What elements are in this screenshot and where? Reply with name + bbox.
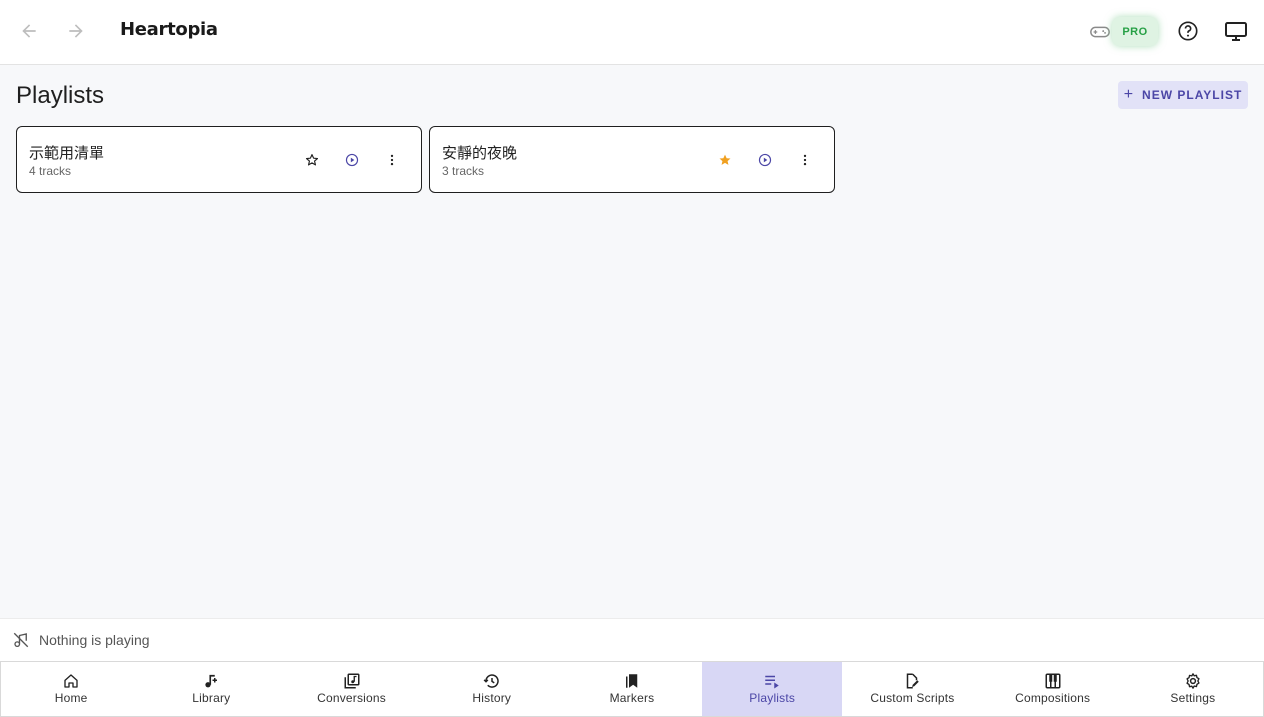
nav-item-markers[interactable]: Markers [562,662,702,716]
now-playing-bar: Nothing is playing [0,618,1264,661]
more-vert-icon [390,154,394,166]
playlist-track-count: 3 tracks [442,164,485,178]
playlist-name: 示範用清單 [29,144,105,162]
star-outline-icon [305,154,319,166]
library-music-icon [343,672,361,690]
nav-item-label: History [472,691,512,705]
play-circle-icon [758,153,772,167]
nav-item-label: Settings [1170,691,1216,705]
piano-icon [1044,672,1062,690]
new-playlist-label: NEW PLAYLIST [1142,88,1243,102]
now-playing-status: Nothing is playing [39,632,150,648]
playlist-play-icon [763,672,781,690]
music-off-icon [12,631,30,649]
display-button[interactable] [1224,19,1248,43]
more-vert-icon [803,154,807,166]
nav-item-library[interactable]: Library [141,662,281,716]
arrow-left-icon [22,24,36,38]
forward-button[interactable] [64,19,88,43]
nav-item-conversions[interactable]: Conversions [281,662,421,716]
app-bar: Heartopia PRO [0,0,1264,65]
nav-item-history[interactable]: History [422,662,562,716]
nav-item-settings[interactable]: Settings [1123,662,1263,716]
nav-item-compositions[interactable]: Compositions [983,662,1123,716]
nav-item-label: Playlists [749,691,796,705]
playlist-track-count: 4 tracks [29,164,72,178]
app-title: Heartopia [120,19,218,40]
plus-icon: + [1123,86,1135,103]
bottom-navigation: Home Library Conversions History Markers… [0,661,1264,717]
star-filled-icon [719,154,731,165]
playlist-card[interactable]: 安靜的夜晚 3 tracks [429,126,835,193]
home-icon [62,672,80,690]
nav-item-label: Library [192,691,231,705]
history-icon [483,672,501,690]
nav-item-home[interactable]: Home [1,662,141,716]
help-icon [1178,21,1198,41]
new-playlist-button[interactable]: + NEW PLAYLIST [1118,81,1248,109]
more-options-button[interactable] [380,148,404,172]
play-button[interactable] [340,148,364,172]
play-button[interactable] [753,148,777,172]
favorite-button[interactable] [713,148,737,172]
page-title: Playlists [16,82,105,109]
nav-item-label: Conversions [317,691,386,705]
nav-item-label: Compositions [1015,691,1091,705]
playlist-name: 安靜的夜晚 [442,144,518,162]
gear-icon [1184,672,1202,690]
pro-badge[interactable]: PRO [1112,17,1158,46]
music-note-add-icon [202,672,220,690]
back-button[interactable] [17,19,41,43]
nav-item-label: Markers [609,691,655,705]
playlist-card[interactable]: 示範用清單 4 tracks [16,126,422,193]
play-circle-icon [345,153,359,167]
nav-item-playlists[interactable]: Playlists [702,662,843,716]
nav-item-custom-scripts[interactable]: Custom Scripts [842,662,982,716]
arrow-right-icon [69,24,83,38]
bookmarks-icon [623,672,641,690]
gamepad-icon[interactable] [1089,21,1111,43]
favorite-button[interactable] [300,148,324,172]
monitor-icon [1225,22,1247,41]
more-options-button[interactable] [793,148,817,172]
help-button[interactable] [1176,19,1200,43]
nav-item-label: Home [54,691,88,705]
nav-item-label: Custom Scripts [870,691,955,705]
edit-document-icon [903,672,921,690]
